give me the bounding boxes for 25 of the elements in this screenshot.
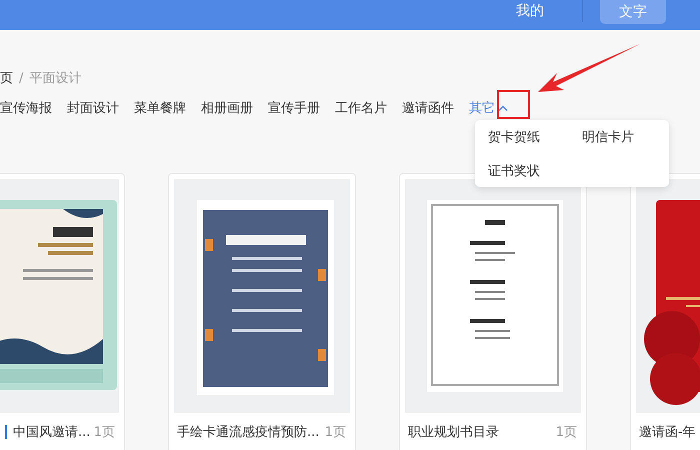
card-title: 中国风邀请... (5, 423, 90, 441)
template-card[interactable]: 中国风邀请... 1页 (0, 173, 125, 450)
more-dropdown[interactable]: 其它 (469, 99, 508, 117)
category-tab[interactable]: 菜单餐牌 (134, 99, 186, 117)
template-card[interactable]: 手绘卡通流感疫情预防... 1页 (168, 173, 356, 450)
card-title: 手绘卡通流感疫情预防... (177, 424, 320, 441)
page-count: 1页 (94, 424, 115, 441)
breadcrumb-item[interactable]: 页 (0, 69, 13, 87)
page-count: 1页 (324, 424, 346, 441)
card-title: 职业规划书目录 (408, 424, 499, 441)
breadcrumb-separator: / (19, 70, 24, 86)
menu-item[interactable]: 贺卡贺纸 (488, 128, 582, 148)
caret-icon (498, 105, 508, 111)
template-card[interactable]: 邀请函-年 (630, 173, 700, 450)
category-tab[interactable]: 封面设计 (67, 99, 119, 117)
category-tab[interactable]: 相册画册 (201, 99, 253, 117)
menu-item[interactable]: 明信卡片 (582, 128, 676, 148)
category-tab[interactable]: 宣传海报 (0, 99, 52, 117)
nav-link[interactable]: 我的 (516, 0, 544, 22)
page-count: 1页 (556, 424, 577, 441)
card-title: 邀请函-年 (639, 424, 696, 441)
category-tab[interactable]: 邀请函件 (402, 99, 454, 117)
category-tab[interactable]: 宣传手册 (268, 99, 320, 117)
breadcrumb-item: 平面设计 (29, 70, 82, 87)
category-tab[interactable]: 工作名片 (335, 99, 387, 117)
